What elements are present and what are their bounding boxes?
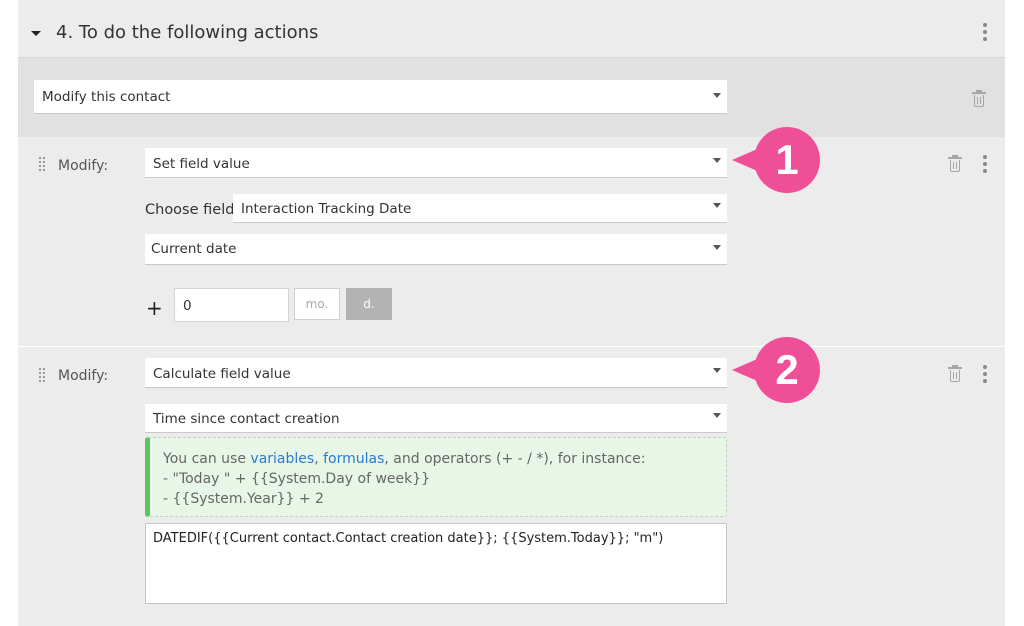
callout-badge-1: 1 (732, 127, 820, 193)
trash-icon[interactable] (948, 365, 962, 382)
modify-mode-value: Calculate field value (153, 366, 291, 382)
formula-text: DATEDIF({{Current contact.Contact creati… (153, 531, 664, 546)
variables-link[interactable]: variables (250, 451, 314, 467)
badge-number: 1 (775, 136, 799, 183)
formula-textarea[interactable]: DATEDIF({{Current contact.Contact creati… (145, 523, 727, 604)
calculated-field-select[interactable]: Time since contact creation (145, 404, 727, 433)
chevron-down-icon (713, 245, 721, 250)
actions-panel: 4. To do the following actions Modify th… (18, 0, 1005, 626)
caret-down-icon[interactable] (31, 31, 41, 36)
hint-line-intro: You can use variables, formulas, and ope… (163, 451, 646, 467)
modify-mode-select[interactable]: Set field value (145, 148, 727, 178)
trash-icon[interactable] (948, 155, 962, 172)
callout-badge-2: 2 (732, 337, 820, 403)
formulas-link[interactable]: formulas (323, 451, 384, 467)
plus-sign: + (146, 296, 163, 320)
offset-value: 0 (183, 298, 192, 314)
action-band: Modify this contact (18, 58, 1005, 137)
drag-handle-icon[interactable] (39, 368, 47, 382)
action-select[interactable]: Modify this contact (34, 80, 727, 114)
calculated-field-value: Time since contact creation (153, 411, 340, 427)
kebab-menu-icon[interactable] (983, 23, 987, 44)
kebab-menu-icon[interactable] (983, 155, 987, 176)
drag-handle-icon[interactable] (39, 157, 47, 171)
chevron-down-icon (713, 368, 721, 373)
chevron-down-icon (713, 158, 721, 163)
offset-input[interactable]: 0 (174, 288, 289, 322)
hint-example-1: - "Today " + {{System.Day of week}} (163, 471, 431, 487)
unit-day-button[interactable]: d. (346, 288, 392, 320)
chevron-down-icon (713, 93, 721, 98)
hint-example-2: - {{System.Year}} + 2 (163, 491, 324, 507)
value-source-select[interactable]: Current date (145, 234, 727, 265)
choose-field-label: Choose field: (145, 202, 240, 218)
badge-number: 2 (775, 346, 799, 393)
kebab-menu-icon[interactable] (983, 365, 987, 386)
modify-mode-value: Set field value (153, 156, 250, 172)
unit-day-label: d. (363, 297, 375, 311)
block-divider (18, 346, 1005, 347)
action-select-value: Modify this contact (42, 89, 171, 105)
chevron-down-icon (713, 413, 721, 418)
formula-hint-box: You can use variables, formulas, and ope… (145, 437, 727, 517)
section-title: 4. To do the following actions (56, 22, 319, 43)
unit-month-button[interactable]: mo. (294, 288, 340, 320)
field-select-value: Interaction Tracking Date (241, 201, 412, 217)
field-select[interactable]: Interaction Tracking Date (233, 194, 727, 223)
unit-month-label: mo. (305, 297, 329, 311)
modify-label: Modify: (58, 368, 109, 384)
modify-label: Modify: (58, 158, 109, 174)
value-source-value: Current date (151, 241, 237, 257)
trash-icon[interactable] (972, 90, 986, 107)
modify-mode-select[interactable]: Calculate field value (145, 358, 727, 388)
chevron-down-icon (713, 203, 721, 208)
section-header: 4. To do the following actions (18, 0, 1005, 58)
